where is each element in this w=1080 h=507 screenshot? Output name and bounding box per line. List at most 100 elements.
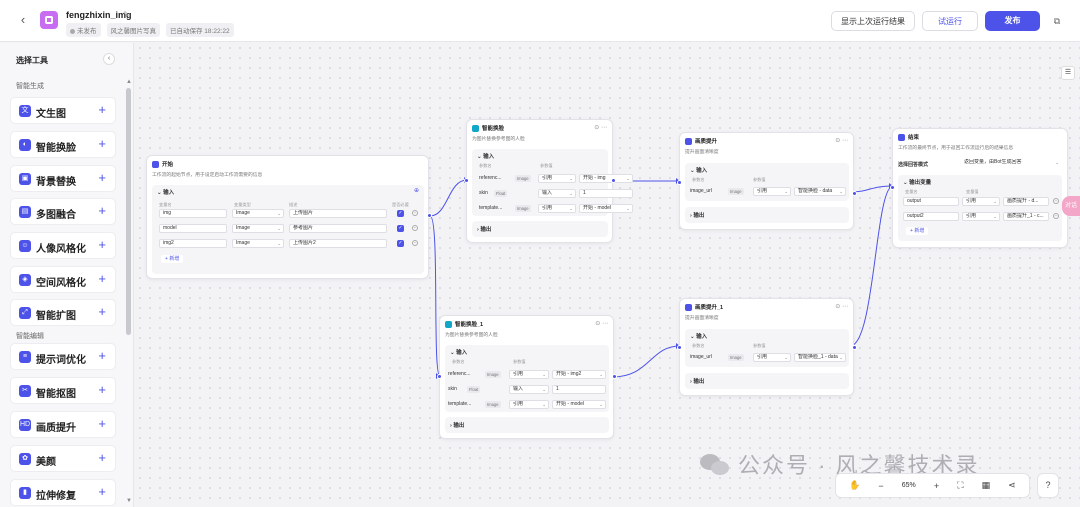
param-value-select[interactable]: 开始 - model ⌄	[579, 204, 633, 213]
node-enhance-2[interactable]: 画质提升_1 ⊙ ⋯ 提升画面清晰度 ⌄ 输入 参数名 参数值 image_ur…	[677, 298, 857, 396]
remove-row-icon[interactable]: −	[412, 225, 418, 231]
end-input-port[interactable]	[890, 185, 895, 190]
node-end[interactable]: 结束 工作流的最终节点，用于返回工作流运行后的结果信息 选择回答模式 返回变量，…	[890, 128, 1068, 248]
add-tool-icon[interactable]: +	[98, 102, 106, 117]
required-checkbox[interactable]: ✓	[397, 210, 404, 217]
faceswap-2-input-port[interactable]	[437, 374, 442, 379]
start-var-desc-field[interactable]: 参考图片	[289, 224, 387, 233]
tool-item[interactable]: ✿ 美颜 +	[10, 445, 116, 472]
minimap-icon[interactable]: ▦	[982, 480, 991, 491]
enhance-1-output-panel[interactable]: › 输出	[685, 207, 849, 223]
copy-icon[interactable]: ⧉	[1050, 14, 1064, 28]
start-var-name-field[interactable]: img	[159, 209, 227, 218]
end-var-value-select[interactable]: 画质提升_1 - c...	[1003, 212, 1049, 221]
start-var-type-select[interactable]: Image ⌄	[232, 239, 284, 248]
filter-list-icon[interactable]: ☰	[1061, 66, 1075, 80]
scroll-down-icon[interactable]: ▼	[126, 498, 132, 504]
param-mode-select[interactable]: 输入 ⌄	[538, 189, 576, 198]
enhance-1-output-port[interactable]	[852, 191, 857, 196]
param-mode-select[interactable]: 引用 ⌄	[538, 204, 576, 213]
param-value-select[interactable]: 开始 - img2 ⌄	[552, 370, 606, 379]
param-mode-select[interactable]: 引用 ⌄	[538, 174, 576, 183]
add-tool-icon[interactable]: +	[98, 271, 106, 286]
faceswap-1-output-port[interactable]	[611, 178, 616, 183]
param-value-select[interactable]: 开始 - img ⌄	[579, 174, 633, 183]
auto-layout-icon[interactable]: ⋖	[1008, 480, 1016, 491]
enhance-1-input-port[interactable]	[677, 180, 682, 185]
fit-view-icon[interactable]: ⛶	[957, 480, 963, 491]
node-faceswap-1[interactable]: 智能换脸 ⊙ ⋯ 为图片替换参考图的人脸 ⌄ 输入 参数名 参数值 refere…	[464, 119, 633, 243]
add-tool-icon[interactable]: +	[98, 484, 106, 499]
zoom-out-icon[interactable]: −	[878, 481, 883, 491]
node-start[interactable]: 开始 工作流的起始节点，用于设定启动工作流需要的信息 ⌄ 输入 ⊕ 变量名 变量…	[146, 155, 432, 279]
param-value-select[interactable]: 智能换脸 - data ⌄	[794, 187, 846, 196]
enhance-2-input-title[interactable]: ⌄ 输入	[690, 332, 707, 340]
sidebar-scrollbar[interactable]	[126, 88, 131, 335]
end-var-mode-select[interactable]: 引用 ⌄	[962, 197, 1000, 206]
start-edit-icon[interactable]: ⊕	[414, 187, 419, 194]
param-value-select[interactable]: 开始 - model ⌄	[552, 400, 606, 409]
faceswap-2-output-port[interactable]	[612, 374, 617, 379]
start-var-name-field[interactable]: img2	[159, 239, 227, 248]
node-more-icon[interactable]: ⊙ ⋯	[594, 124, 607, 131]
remove-row-icon[interactable]: −	[412, 210, 418, 216]
node-enhance-1[interactable]: 画质提升 ⊙ ⋯ 提升画面清晰度 ⌄ 输入 参数名 参数值 image_url …	[677, 132, 857, 230]
faceswap-1-input-title[interactable]: ⌄ 输入	[477, 152, 494, 160]
tool-item[interactable]: ≡ 提示词优化 +	[10, 343, 116, 370]
add-tool-icon[interactable]: +	[98, 382, 106, 397]
chat-bubble-button[interactable]: 对话	[1062, 196, 1080, 216]
zoom-level[interactable]: 65%	[902, 482, 916, 489]
start-var-desc-field[interactable]: 上传图片2	[289, 239, 387, 248]
zoom-in-icon[interactable]: +	[934, 481, 939, 491]
test-run-button[interactable]: 试运行	[922, 11, 978, 31]
start-var-type-select[interactable]: Image ⌄	[232, 224, 284, 233]
param-value-input[interactable]: 1	[552, 385, 606, 394]
node-more-icon[interactable]: ⊙ ⋯	[835, 303, 848, 310]
end-output-title[interactable]: ⌄ 输出变量	[903, 178, 931, 186]
remove-row-icon[interactable]: −	[1053, 198, 1059, 204]
add-tool-icon[interactable]: +	[98, 203, 106, 218]
tool-item[interactable]: ◐ 智能换脸 +	[10, 131, 116, 158]
faceswap-1-output-panel[interactable]: › 输出	[472, 221, 608, 237]
remove-row-icon[interactable]: −	[412, 240, 418, 246]
scroll-up-icon[interactable]: ▲	[126, 79, 132, 85]
faceswap-2-input-title[interactable]: ⌄ 输入	[450, 348, 467, 356]
start-var-type-select[interactable]: Image ⌄	[232, 209, 284, 218]
tool-item[interactable]: ▤ 多图融合 +	[10, 198, 116, 225]
tool-item[interactable]: ▣ 背景替换 +	[10, 165, 116, 192]
start-var-name-field[interactable]: model	[159, 224, 227, 233]
param-mode-select[interactable]: 输入 ⌄	[509, 385, 549, 394]
param-mode-select[interactable]: 引用 ⌄	[753, 353, 791, 362]
param-mode-select[interactable]: 引用 ⌄	[509, 400, 549, 409]
end-var-name-field[interactable]: output2	[903, 212, 959, 221]
answer-mode-select[interactable]: 返回变量，由Bot生成回答 ⌄	[961, 159, 1061, 168]
edit-icon[interactable]: ✎	[123, 10, 130, 19]
tool-item[interactable]: ✂ 智能抠图 +	[10, 377, 116, 404]
tool-item[interactable]: 文文生图 +	[10, 97, 116, 124]
back-arrow-icon[interactable]: ‹	[16, 12, 30, 28]
node-faceswap-2[interactable]: 智能换脸_1 ⊙ ⋯ 为图片替换参考图的人脸 ⌄ 输入 参数名 参数值 refe…	[437, 315, 617, 439]
end-var-mode-select[interactable]: 引用 ⌄	[962, 212, 1000, 221]
enhance-1-input-title[interactable]: ⌄ 输入	[690, 166, 707, 174]
param-mode-select[interactable]: 引用 ⌄	[753, 187, 791, 196]
help-icon[interactable]: ?	[1037, 473, 1059, 498]
end-add-variable-button[interactable]: + 新增	[906, 227, 929, 235]
tool-item[interactable]: ⤢ 智能扩图 +	[10, 299, 116, 326]
node-more-icon[interactable]: ⊙ ⋯	[595, 320, 608, 327]
param-value-select[interactable]: 智能换脸_1 - data ⌄	[794, 353, 846, 362]
start-input-title[interactable]: ⌄ 输入	[157, 188, 174, 196]
add-tool-icon[interactable]: +	[98, 237, 106, 252]
publish-button[interactable]: 发布	[985, 11, 1040, 31]
tool-item[interactable]: ▮ 拉伸修复 +	[10, 479, 116, 506]
faceswap-1-input-port[interactable]	[464, 178, 469, 183]
enhance-2-output-panel[interactable]: › 输出	[685, 373, 849, 389]
tool-item[interactable]: ☺ 人像风格化 +	[10, 232, 116, 259]
add-tool-icon[interactable]: +	[98, 348, 106, 363]
end-var-name-field[interactable]: output	[903, 197, 959, 206]
show-last-result-button[interactable]: 显示上次运行结果	[831, 11, 915, 31]
tool-item[interactable]: HD 画质提升 +	[10, 411, 116, 438]
faceswap-2-output-panel[interactable]: › 输出	[445, 417, 609, 433]
start-var-desc-field[interactable]: 上传图片	[289, 209, 387, 218]
tool-item[interactable]: ◈ 空间风格化 +	[10, 266, 116, 293]
start-add-variable-button[interactable]: + 新增	[161, 255, 184, 263]
